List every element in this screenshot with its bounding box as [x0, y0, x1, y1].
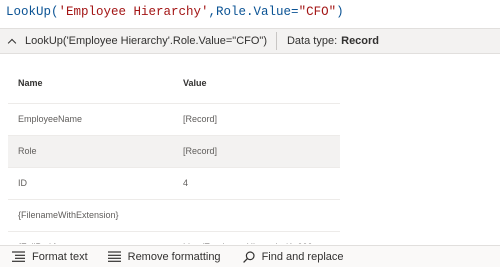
header-divider — [275, 32, 277, 50]
formula-toolbar: Format text Remove formatting Find and r… — [0, 245, 500, 267]
row-value-cell: 4 — [173, 167, 340, 200]
formula-close-paren: ) — [336, 5, 344, 19]
result-table-container[interactable]: Name Value EmployeeName [Record] Role [R… — [8, 64, 340, 244]
formula-condition: ,Role.Value= — [208, 5, 299, 19]
data-type-label: Data type: — [286, 35, 338, 47]
remove-formatting-label: Remove formatting — [127, 250, 221, 263]
row-value-cell: Lists/Employee Hierarchy/4_000 — [173, 231, 340, 244]
row-value-cell: [Record] — [173, 103, 340, 136]
table-row[interactable]: {FullPath} Lists/Employee Hierarchy/4_00… — [8, 231, 340, 244]
table-row[interactable]: {FilenameWithExtension} — [8, 199, 340, 232]
format-text-icon — [12, 251, 25, 262]
formula-function: LookUp( — [6, 5, 59, 19]
find-replace-label: Find and replace — [261, 250, 344, 263]
column-header-value: Value — [173, 64, 340, 104]
row-name-cell: Role — [8, 135, 173, 168]
collapse-result-toggle[interactable]: LookUp('Employee Hierarchy'.Role.Value="… — [0, 29, 267, 53]
find-replace-button[interactable]: Find and replace — [242, 246, 344, 267]
row-name-cell: {FilenameWithExtension} — [8, 199, 173, 232]
table-row[interactable]: ID 4 — [8, 167, 340, 200]
row-name-cell: {FullPath} — [8, 231, 173, 244]
row-name-cell: EmployeeName — [8, 103, 173, 136]
row-name-cell: ID — [8, 167, 173, 200]
result-table: Name Value EmployeeName [Record] Role [R… — [8, 64, 340, 244]
table-row[interactable]: Role [Record] — [8, 135, 340, 168]
result-expression: LookUp('Employee Hierarchy'.Role.Value="… — [25, 35, 267, 47]
formula-bar[interactable]: LookUp('Employee Hierarchy',Role.Value="… — [0, 0, 500, 28]
chevron-up-icon — [7, 38, 17, 47]
search-icon — [242, 250, 255, 263]
column-header-name: Name — [8, 64, 173, 104]
formula-result-header: LookUp('Employee Hierarchy'.Role.Value="… — [0, 28, 500, 54]
format-text-label: Format text — [32, 250, 88, 263]
table-row[interactable]: EmployeeName [Record] — [8, 103, 340, 136]
row-value-cell: [Record] — [173, 135, 340, 168]
formula-value-literal: "CFO" — [298, 5, 337, 19]
remove-formatting-button[interactable]: Remove formatting — [107, 246, 221, 267]
table-header-row: Name Value — [8, 64, 340, 104]
formula-table-literal: 'Employee Hierarchy' — [58, 5, 209, 19]
format-text-button[interactable]: Format text — [0, 246, 88, 267]
data-type-value: Record — [341, 35, 380, 47]
row-value-cell — [173, 199, 340, 232]
remove-formatting-icon — [107, 251, 121, 262]
